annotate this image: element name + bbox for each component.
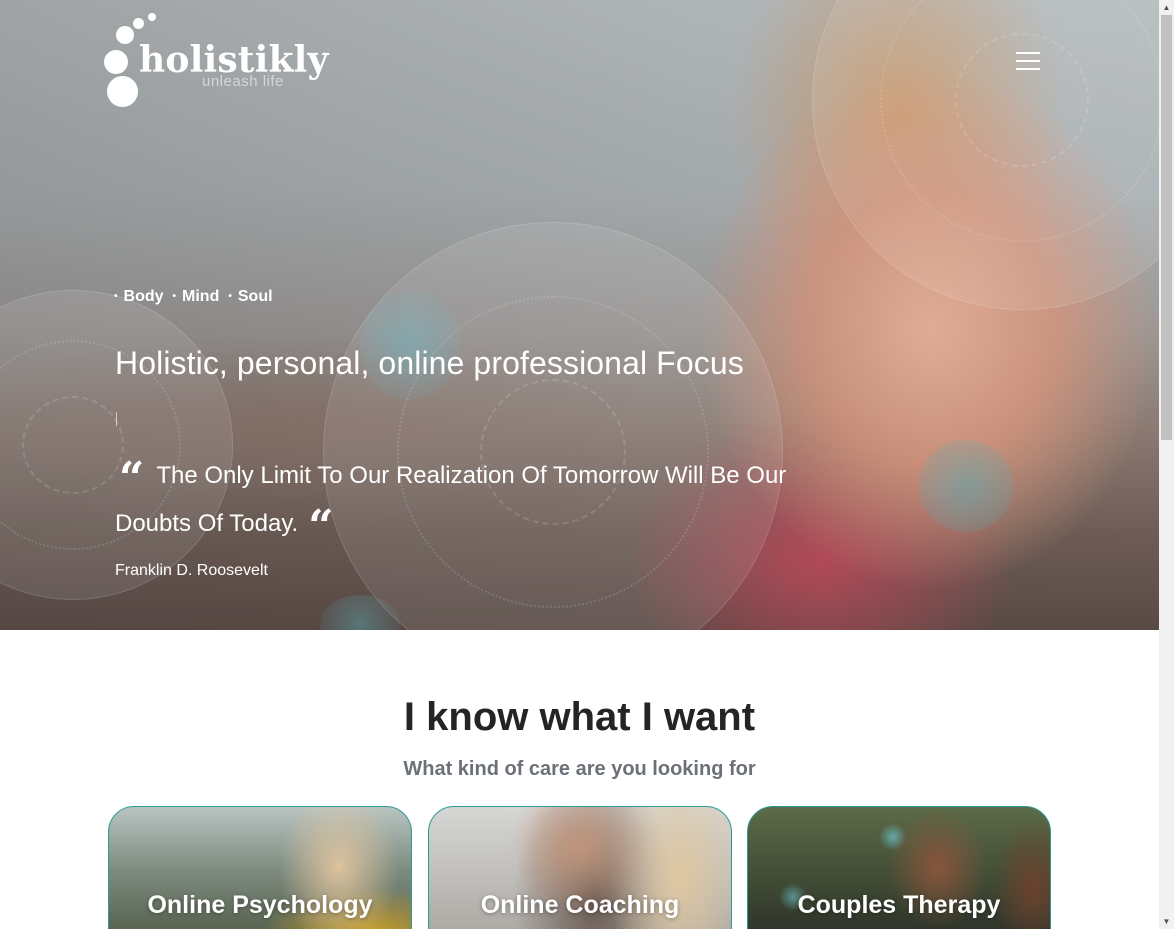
logo-bubble-icon	[107, 76, 138, 107]
quote-author: Franklin D. Roosevelt	[115, 562, 268, 579]
card-label: Online Coaching	[480, 891, 680, 919]
card-label: Couples Therapy	[797, 891, 1001, 919]
typing-caret	[116, 412, 117, 426]
logo-bubble-icon	[116, 26, 134, 44]
section-subtitle: What kind of care are you looking for	[403, 758, 756, 780]
pillar-body: Body	[114, 288, 164, 306]
card-couples-therapy[interactable]: Couples Therapy	[747, 806, 1051, 929]
logo-bubble-icon	[148, 13, 156, 21]
pillar-list: Body Mind Soul	[114, 288, 273, 306]
card-online-coaching[interactable]: Online Coaching	[428, 806, 732, 929]
section-title: I know what I want	[403, 695, 756, 739]
scroll-up-arrow-icon[interactable]: ▲	[1159, 0, 1174, 15]
logo-tagline: unleash life	[202, 73, 284, 90]
scrollbar-thumb[interactable]	[1161, 15, 1172, 440]
hero-quote: “The Only Limit To Our Realization Of To…	[115, 452, 830, 552]
scroll-down-arrow-icon[interactable]: ▼	[1159, 914, 1174, 929]
logo-bubble-icon	[133, 18, 144, 29]
hero-banner: holistikly unleash life Body Mind Soul H…	[0, 0, 1159, 630]
bokeh-decoration	[918, 440, 1014, 532]
hamburger-menu-icon[interactable]	[1010, 46, 1046, 76]
pillar-soul: Soul	[228, 288, 273, 306]
quote-close-icon: “	[308, 501, 334, 552]
card-label: Online Psychology	[147, 891, 373, 919]
logo-bubble-icon	[104, 50, 128, 74]
site-logo[interactable]: holistikly unleash life	[102, 12, 328, 112]
pillar-mind: Mind	[173, 288, 219, 306]
hero-headline: Holistic, personal, online professional …	[115, 345, 744, 381]
quote-text: The Only Limit To Our Realization Of Tom…	[115, 462, 787, 537]
quote-open-icon: “	[119, 453, 145, 504]
card-online-psychology[interactable]: Online Psychology	[108, 806, 412, 929]
page-scrollbar[interactable]: ▲ ▼	[1159, 0, 1174, 929]
